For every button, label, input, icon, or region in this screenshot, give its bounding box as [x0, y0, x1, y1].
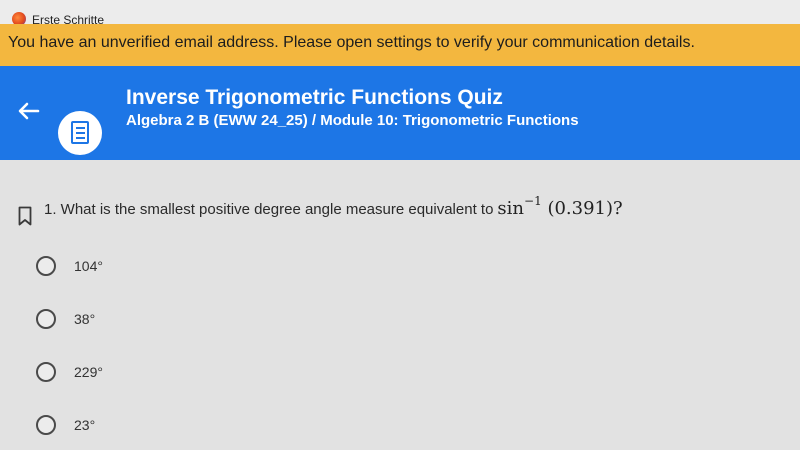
unverified-email-banner[interactable]: You have an unverified email address. Pl… [0, 24, 800, 70]
quiz-icon [58, 111, 102, 155]
question-func: sin [497, 198, 525, 219]
option-label: 23° [74, 417, 96, 433]
option-label: 38° [74, 311, 96, 327]
question-argument: (0.391)? [547, 198, 623, 219]
breadcrumb: Algebra 2 B (EWW 24_25) / Module 10: Tri… [126, 112, 579, 129]
option-label: 104° [74, 258, 103, 274]
radio-button[interactable] [36, 362, 56, 382]
question-1: 1. What is the smallest positive degree … [44, 194, 623, 219]
bookmark-icon[interactable] [18, 206, 32, 226]
quiz-header: Inverse Trigonometric Functions Quiz Alg… [0, 66, 800, 160]
radio-button[interactable] [36, 256, 56, 276]
page-title: Inverse Trigonometric Functions Quiz [126, 86, 503, 109]
page: Erste Schritte You have an unverified em… [0, 0, 800, 450]
option-label: 229° [74, 364, 103, 380]
banner-message: You have an unverified email address. Pl… [8, 34, 695, 51]
answer-option[interactable]: 229° [36, 357, 236, 387]
radio-button[interactable] [36, 415, 56, 435]
question-expression: sin−1 (0.391)? [497, 194, 623, 219]
answer-option[interactable]: 104° [36, 251, 236, 281]
answer-option[interactable]: 38° [36, 304, 236, 334]
back-arrow-icon[interactable] [14, 96, 44, 126]
answer-option[interactable]: 23° [36, 410, 236, 440]
question-exponent: −1 [524, 194, 542, 208]
radio-button[interactable] [36, 309, 56, 329]
question-text: 1. What is the smallest positive degree … [44, 201, 494, 218]
